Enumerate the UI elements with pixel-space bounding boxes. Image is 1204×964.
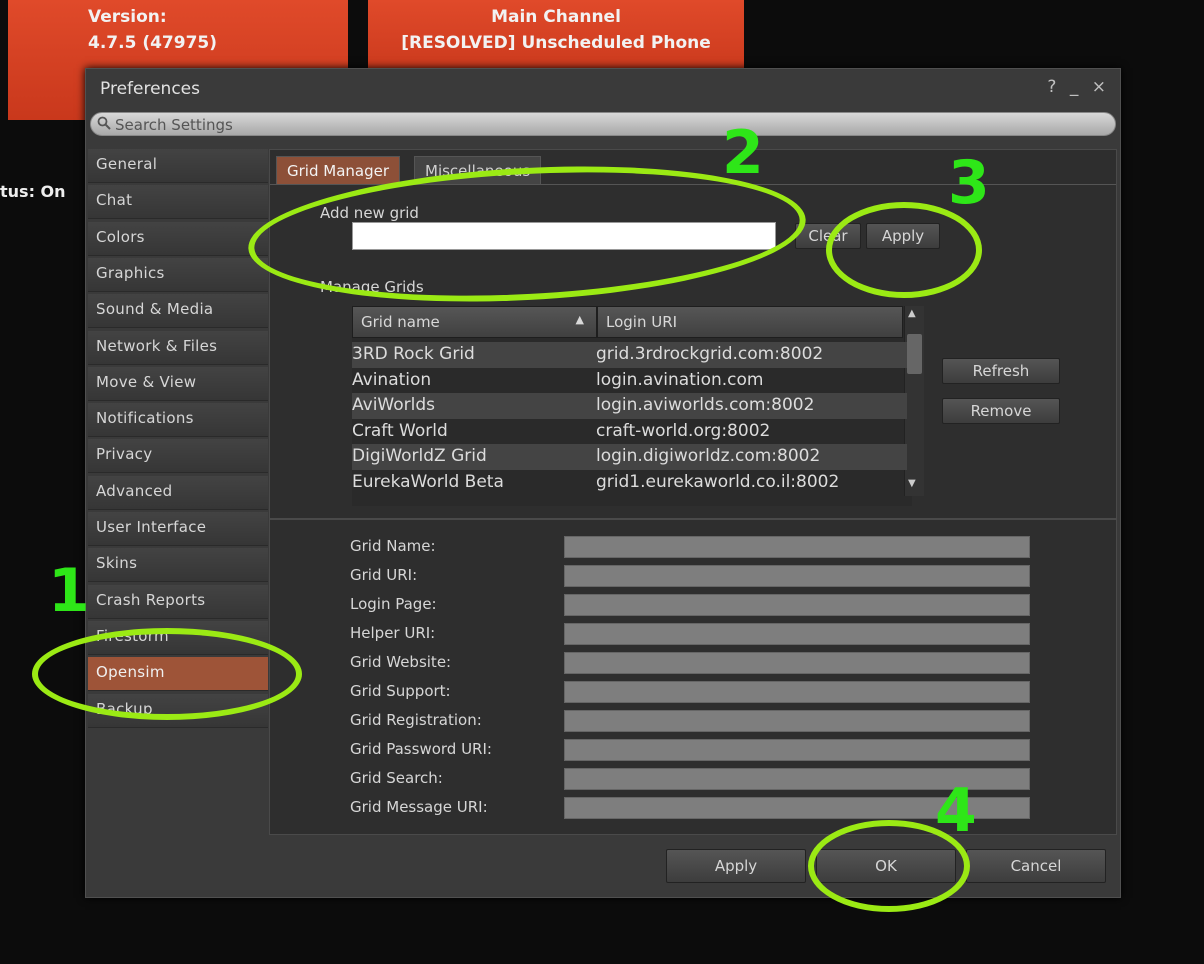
sidebar-item-graphics[interactable]: Graphics [88, 257, 268, 292]
detail-field[interactable] [564, 623, 1030, 645]
sidebar-item-notifications[interactable]: Notifications [88, 403, 268, 438]
sort-ascending-icon: ▲ [575, 313, 584, 326]
detail-label: Grid Name: [350, 537, 436, 555]
section-divider [270, 518, 1116, 520]
channel-value: [RESOLVED] Unscheduled Phone [401, 33, 711, 53]
table-row[interactable]: EurekaWorld Beta grid1.eurekaworld.co.il:… [352, 470, 907, 496]
login-uri-cell: login.digiworldz.com:8002 [596, 446, 821, 466]
status-text: tus: On [0, 182, 66, 201]
sidebar-item-sound-media[interactable]: Sound & Media [88, 294, 268, 329]
grid-list-scrollbar[interactable]: ▲ ▼ [904, 306, 924, 496]
title-bar[interactable]: Preferences ? _ × [86, 69, 1120, 109]
grid-name-cell: DigiWorldZ Grid [352, 446, 487, 466]
detail-field[interactable] [564, 681, 1030, 703]
footer-apply-button[interactable]: Apply [666, 849, 806, 883]
login-uri-cell: login.avination.com [596, 369, 764, 390]
annotation-ellipse-apply [826, 202, 982, 298]
grid-name-cell: Avination [352, 369, 432, 390]
tab-grid-manager[interactable]: Grid Manager [276, 156, 400, 184]
login-uri-cell: grid.3rdrockgrid.com:8002 [596, 344, 824, 364]
detail-label: Grid Password URI: [350, 740, 492, 758]
detail-label: Login Page: [350, 595, 437, 613]
refresh-button[interactable]: Refresh [942, 358, 1060, 384]
scroll-thumb[interactable] [907, 334, 922, 374]
grid-name-cell: EurekaWorld Beta [352, 471, 504, 492]
detail-field[interactable] [564, 710, 1030, 732]
detail-label: Helper URI: [350, 624, 436, 642]
detail-label: Grid URI: [350, 566, 418, 584]
column-grid-name[interactable]: Grid name ▲ [352, 306, 597, 338]
table-row[interactable]: 3RD Rock Grid grid.3rdrockgrid.com:8002 [352, 342, 907, 368]
detail-field[interactable] [564, 565, 1030, 587]
detail-field[interactable] [564, 536, 1030, 558]
annotation-ellipse-opensim [32, 628, 302, 720]
scroll-down-icon[interactable]: ▼ [908, 478, 916, 489]
detail-label: Grid Registration: [350, 711, 482, 729]
search-input[interactable] [115, 115, 1095, 135]
detail-field[interactable] [564, 739, 1030, 761]
grid-name-cell: 3RD Rock Grid [352, 344, 475, 364]
table-row[interactable]: DigiWorldZ Grid login.digiworldz.com:8002 [352, 444, 907, 470]
sidebar-item-crash-reports[interactable]: Crash Reports [88, 584, 268, 619]
annotation-step-3: 3 [948, 148, 990, 218]
column-login-uri[interactable]: Login URI [597, 306, 903, 338]
sidebar-item-network-files[interactable]: Network & Files [88, 330, 268, 365]
sidebar-item-skins[interactable]: Skins [88, 548, 268, 583]
title-buttons[interactable]: ? _ × [1047, 77, 1110, 97]
detail-label: Grid Message URI: [350, 798, 488, 816]
detail-field[interactable] [564, 652, 1030, 674]
sidebar-item-chat[interactable]: Chat [88, 185, 268, 220]
version-label: Version: [88, 7, 167, 27]
table-row[interactable]: Craft World craft-world.org:8002 [352, 419, 907, 445]
annotation-ellipse-ok [808, 820, 970, 912]
login-uri-cell: craft-world.org:8002 [596, 420, 771, 441]
detail-label: Grid Search: [350, 769, 443, 787]
version-value: 4.7.5 (47975) [88, 33, 218, 53]
table-row[interactable]: AviWorlds login.aviworlds.com:8002 [352, 393, 907, 419]
search-bar[interactable] [90, 112, 1116, 136]
sidebar-item-general[interactable]: General [88, 149, 268, 183]
sidebar-item-move-view[interactable]: Move & View [88, 366, 268, 401]
grid-name-cell: AviWorlds [352, 395, 435, 415]
sidebar-item-advanced[interactable]: Advanced [88, 475, 268, 510]
grid-list[interactable]: Grid name ▲ Login URI ▲ ▼ 3RD Rock Grid g… [352, 306, 924, 506]
login-uri-cell: grid1.eurekaworld.co.il:8002 [596, 471, 840, 492]
annotation-step-1: 1 [48, 556, 90, 626]
remove-button[interactable]: Remove [942, 398, 1060, 424]
table-row[interactable]: Avination login.avination.com [352, 368, 907, 394]
login-uri-cell: login.aviworlds.com:8002 [596, 395, 815, 415]
detail-field[interactable] [564, 594, 1030, 616]
column-login-uri-label: Login URI [606, 313, 678, 331]
grid-name-cell: Craft World [352, 420, 448, 441]
detail-label: Grid Support: [350, 682, 451, 700]
sidebar-item-colors[interactable]: Colors [88, 221, 268, 256]
sidebar-item-privacy[interactable]: Privacy [88, 439, 268, 474]
search-icon [97, 116, 111, 130]
detail-label: Grid Website: [350, 653, 452, 671]
sidebar-item-user-interface[interactable]: User Interface [88, 512, 268, 546]
channel-label: Main Channel [491, 7, 621, 27]
cancel-button[interactable]: Cancel [966, 849, 1106, 883]
dialog-title: Preferences [100, 79, 200, 99]
scroll-up-icon[interactable]: ▲ [908, 308, 916, 319]
column-grid-name-label: Grid name [361, 313, 440, 331]
